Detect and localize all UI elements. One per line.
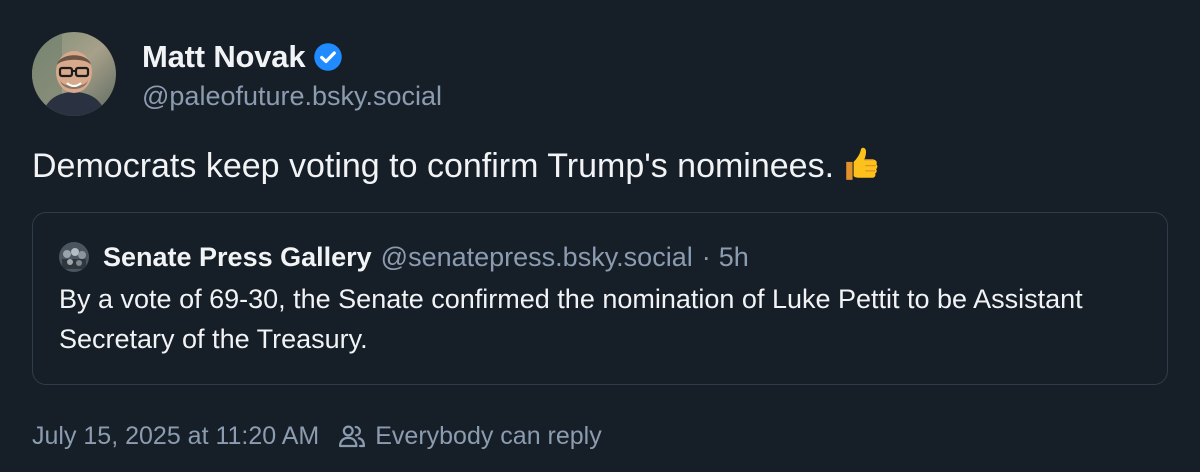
author-names: Matt Novak @paleofuture.bsky.social [142,37,442,112]
verified-check-icon[interactable] [313,42,343,72]
quoted-post[interactable]: Senate Press Gallery @senatepress.bsky.s… [32,212,1168,385]
quoted-separator: · [701,241,711,272]
quoted-post-header: Senate Press Gallery @senatepress.bsky.s… [59,237,1141,277]
post-header: Matt Novak @paleofuture.bsky.social [32,32,442,116]
post-text: Democrats keep voting to confirm Trump's… [32,140,880,192]
people-icon [337,421,367,451]
post-footer: July 15, 2025 at 11:20 AM Everybody can … [32,416,602,456]
quoted-post-text: By a vote of 69-30, the Senate confirmed… [59,284,1083,354]
reply-setting[interactable]: Everybody can reply [375,422,602,451]
author-handle[interactable]: @paleofuture.bsky.social [142,81,442,112]
author-avatar[interactable] [32,32,116,116]
quoted-author-handle[interactable]: @senatepress.bsky.social [381,242,693,273]
thumbs-up-icon [842,145,880,183]
quoted-author-avatar[interactable] [59,242,89,272]
post-card: Matt Novak @paleofuture.bsky.social Demo… [0,0,1200,472]
post-timestamp: July 15, 2025 at 11:20 AM [32,421,320,450]
author-name-row: Matt Novak [142,37,442,77]
avatar-photo [32,32,116,116]
quoted-author-display-name[interactable]: Senate Press Gallery [103,242,372,273]
author-display-name[interactable]: Matt Novak [142,39,306,75]
quoted-post-time: 5h [718,241,749,272]
post-text-content: Democrats keep voting to confirm Trump's… [32,147,835,185]
